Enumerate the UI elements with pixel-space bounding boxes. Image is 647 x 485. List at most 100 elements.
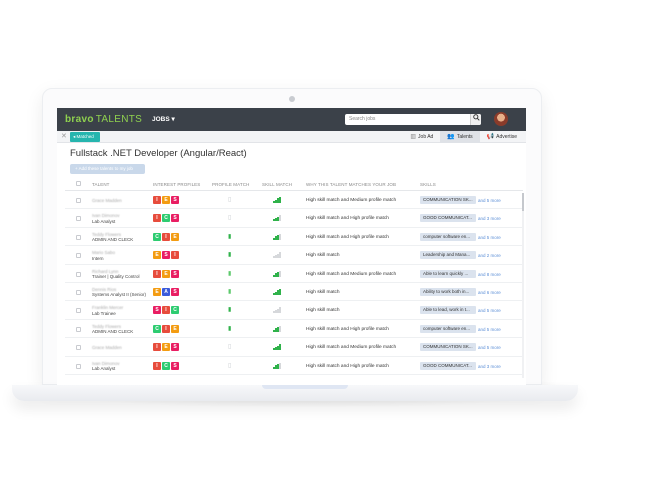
talent-name[interactable]: Grace Madden <box>92 198 122 204</box>
skill-chip: COMMUNICATION SK... <box>420 196 476 204</box>
talent-name-cell[interactable]: Dennis Rios Systems Analyst II (Senior) <box>92 287 146 298</box>
interest-letter-badge: I <box>162 306 170 315</box>
skill-chip: GOOD COMMUNICAT... <box>420 214 476 223</box>
talent-name[interactable]: Teddy Flowers <box>92 324 133 330</box>
more-skills-link[interactable]: and 5 more <box>478 235 501 240</box>
table-row[interactable]: Grace Madden IES ▯ High skill match and … <box>65 191 523 210</box>
interest-letter-badge: E <box>162 343 170 352</box>
interest-letter-badge: E <box>171 324 179 333</box>
tab-advertise[interactable]: 📢 Advertise <box>480 131 524 143</box>
match-reason: High skill match and Medium profile matc… <box>306 271 397 277</box>
close-icon[interactable]: ✕ <box>61 132 67 140</box>
more-skills-link[interactable]: and 6 more <box>478 290 501 295</box>
talent-name-cell[interactable]: Grace Madden <box>92 198 122 204</box>
talent-role: Intern <box>92 255 104 261</box>
col-skill-match: SKILL MATCH <box>262 182 293 187</box>
interest-letter-badge: I <box>153 361 161 370</box>
talent-name[interactable]: Richard Lynn <box>92 269 140 275</box>
more-skills-link[interactable]: and 2 more <box>478 253 501 258</box>
profile-match-icon: ▯ <box>228 362 232 369</box>
profile-match-icon: ▮ <box>228 233 232 240</box>
row-checkbox[interactable] <box>76 234 81 240</box>
interest-letter-badge: S <box>171 196 179 204</box>
talent-name-cell[interactable]: Richard Lynn Trainer | Quality Control <box>92 269 140 280</box>
view-tabs: ▥ Job Ad 👥 Talents 📢 Advertise <box>403 131 524 143</box>
talent-name-cell[interactable]: Grace Madden <box>92 345 122 351</box>
base-notch <box>262 385 348 389</box>
talent-name-cell[interactable]: Mario Sabo Intern <box>92 250 115 261</box>
row-checkbox[interactable] <box>76 308 81 314</box>
more-skills-link[interactable]: and 5 more <box>478 345 501 350</box>
skill-match-bars-icon <box>273 215 281 222</box>
interest-letter-badge: S <box>162 251 170 260</box>
more-skills-link[interactable]: and 3 more <box>478 216 501 221</box>
interest-letter-badge: I <box>162 232 170 241</box>
talent-name-cell[interactable]: Ivan Dimonov Lab Analyst <box>92 361 120 372</box>
matched-chip[interactable]: ◂ Matched <box>70 132 100 142</box>
row-checkbox[interactable] <box>76 253 81 259</box>
profile-match-icon: ▮ <box>228 325 232 332</box>
search-icon[interactable] <box>470 114 481 125</box>
row-checkbox[interactable] <box>76 363 81 369</box>
laptop-base <box>12 385 578 401</box>
row-checkbox[interactable] <box>76 216 81 222</box>
select-all-checkbox[interactable] <box>76 181 81 187</box>
scrollbar-thumb[interactable] <box>522 193 524 211</box>
row-checkbox[interactable] <box>76 271 81 277</box>
table-row[interactable]: Ivan Dimonov Lab Analyst ICS ▯ High skil… <box>65 357 523 375</box>
talent-name[interactable]: Dennis Rios <box>92 287 146 293</box>
interest-profiles: CIE <box>153 232 179 241</box>
talent-name-cell[interactable]: Franklin Mercer Lab Trainee <box>92 305 123 316</box>
table-row[interactable]: Mario Sabo Intern ESI ▮ High skill match… <box>65 246 523 265</box>
row-checkbox[interactable] <box>76 345 81 351</box>
more-skills-link[interactable]: and 3 more <box>478 364 501 369</box>
interest-letter-badge: I <box>153 343 161 352</box>
profile-match-icon: ▯ <box>228 197 232 203</box>
col-interest: INTEREST PROFILES <box>153 182 201 187</box>
talent-name-cell[interactable]: Teddy Flowers ADMIN AND CLECK <box>92 324 133 335</box>
tab-talents[interactable]: 👥 Talents <box>440 131 480 143</box>
table-row[interactable]: Franklin Mercer Lab Trainee SIC ▮ High s… <box>65 301 523 320</box>
tab-label: Talents <box>456 134 473 140</box>
table-row[interactable]: Grace Madden IES ▯ High skill match and … <box>65 338 523 357</box>
jobs-menu[interactable]: JOBS ▾ <box>152 115 175 123</box>
avatar[interactable] <box>494 112 508 126</box>
more-skills-link[interactable]: and 5 more <box>478 327 501 332</box>
skill-match-bars-icon <box>273 252 281 259</box>
row-checkbox[interactable] <box>76 198 81 203</box>
add-talents-button[interactable]: + Add these talents to my job <box>70 164 145 174</box>
more-skills-link[interactable]: and 5 more <box>478 308 501 313</box>
table-row[interactable]: Ivan Dimonov Lab Analyst ICS ▯ High skil… <box>65 209 523 228</box>
table-row[interactable]: Richard Lynn Trainer | Quality Control I… <box>65 265 523 283</box>
col-why: WHY THIS TALENT MATCHES YOUR JOB <box>306 182 397 187</box>
table-row[interactable]: Teddy Flowers ADMIN AND CLECK CIE ▮ High… <box>65 228 523 247</box>
row-checkbox[interactable] <box>76 289 81 295</box>
table-scrollbar[interactable] <box>522 193 524 378</box>
brand-logo[interactable]: bravo TALENTS <box>65 114 142 125</box>
talent-name[interactable]: Teddy Flowers <box>92 232 133 238</box>
talent-name[interactable]: Mario Sabo <box>92 250 115 256</box>
search-input[interactable]: Search jobs <box>345 114 481 125</box>
more-skills-link[interactable]: and 5 more <box>478 198 501 203</box>
interest-profiles: CIE <box>153 324 179 333</box>
talent-name[interactable]: Grace Madden <box>92 345 122 351</box>
match-reason: High skill match and High profile match <box>306 234 389 240</box>
match-reason: High skill match and Medium profile matc… <box>306 345 397 351</box>
table-row[interactable]: Dennis Rios Systems Analyst II (Senior) … <box>65 283 523 302</box>
table-row[interactable]: Teddy Flowers ADMIN AND CLECK CIE ▮ High… <box>65 320 523 339</box>
skill-match-bars-icon <box>273 233 281 240</box>
more-skills-link[interactable]: and 8 more <box>478 272 501 277</box>
interest-letter-badge: E <box>162 196 170 204</box>
talent-name-cell[interactable]: Teddy Flowers ADMIN AND CLECK <box>92 232 133 243</box>
talent-name[interactable]: Ivan Dimonov <box>92 361 120 367</box>
match-reason: High skill match <box>306 308 340 314</box>
talent-name[interactable]: Franklin Mercer <box>92 305 123 311</box>
row-checkbox[interactable] <box>76 326 81 332</box>
page-title: Fullstack .NET Developer (Angular/React) <box>70 148 247 159</box>
talent-role: Lab Analyst <box>92 218 116 224</box>
camera-dot <box>289 96 295 102</box>
talent-name-cell[interactable]: Ivan Dimonov Lab Analyst <box>92 213 120 224</box>
skill-match-bars-icon <box>273 197 281 203</box>
talent-name[interactable]: Ivan Dimonov <box>92 213 120 219</box>
tab-job-ad[interactable]: ▥ Job Ad <box>403 131 440 143</box>
